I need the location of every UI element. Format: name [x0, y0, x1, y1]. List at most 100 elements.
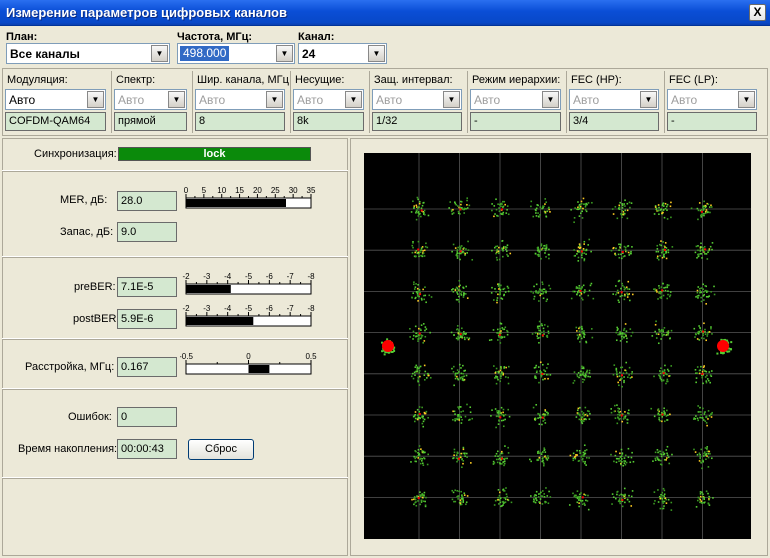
param-select[interactable]: Авто ▼	[667, 89, 757, 110]
param-label: Модуляция:	[7, 74, 68, 86]
chevron-down-icon[interactable]: ▼	[266, 91, 283, 108]
scale-tick-label: -3	[203, 304, 211, 313]
chevron-down-icon[interactable]: ▼	[738, 91, 755, 108]
scale-tick-label: -6	[266, 272, 274, 281]
param-select[interactable]: Авто ▼	[114, 89, 187, 110]
divider	[2, 256, 348, 258]
scale-tick-label: -5	[245, 272, 253, 281]
scale-tick-label: -0.5	[180, 352, 193, 361]
frequency-select[interactable]: 498.000 ▼	[177, 43, 295, 64]
postber-label: postBER:	[73, 313, 120, 325]
detune-label: Расстройка, МГц:	[25, 361, 115, 373]
param-value: COFDM-QAM64	[5, 112, 106, 131]
divider	[111, 71, 112, 133]
margin-label: Запас, дБ:	[60, 226, 114, 238]
accum-value: 00:00:43	[117, 439, 177, 459]
param-value: прямой	[114, 112, 187, 131]
chevron-down-icon[interactable]: ▼	[345, 91, 362, 108]
pilot-point	[382, 340, 394, 352]
scale-tick-label: 0.5	[305, 352, 317, 361]
chevron-down-icon[interactable]: ▼	[368, 45, 385, 62]
sync-status-indicator: lock	[118, 147, 311, 161]
scale-tick-label: -2	[182, 272, 190, 281]
chevron-down-icon[interactable]: ▼	[87, 91, 104, 108]
reset-button[interactable]: Сброс	[188, 439, 254, 460]
meter-fill	[186, 317, 254, 325]
detune-meter: -0.5 0 0.5	[180, 352, 317, 375]
scale-tick-label: -7	[287, 272, 295, 281]
divider	[566, 71, 567, 133]
accum-label: Время накопления:	[18, 443, 118, 455]
scale-tick-label: -2	[182, 304, 190, 313]
plan-value: Все каналы	[10, 47, 80, 61]
meter-fill	[186, 199, 286, 207]
scale-tick-label: 0	[246, 352, 251, 361]
title-bar: Измерение параметров цифровых каналов X	[0, 0, 770, 26]
frequency-value: 498.000	[180, 46, 230, 61]
mer-meter: 0 5 10 15 20 25 30 35	[184, 186, 316, 209]
freq-label: Частота, МГц:	[177, 31, 253, 43]
param-select[interactable]: Авто ▼	[470, 89, 561, 110]
window-title: Измерение параметров цифровых каналов	[6, 5, 287, 20]
scale-tick-label: -4	[224, 304, 232, 313]
scale-tick-label: -8	[307, 304, 315, 313]
param-label: Несущие:	[295, 74, 345, 86]
param-select-value: Авто	[297, 93, 324, 107]
param-select-value: Авто	[9, 93, 36, 107]
chevron-down-icon[interactable]: ▼	[443, 91, 460, 108]
scale-tick-label: 0	[184, 186, 189, 195]
param-label: Шир. канала, МГц	[197, 74, 289, 86]
scale-tick-label: 15	[235, 186, 244, 195]
divider	[369, 71, 370, 133]
chevron-down-icon[interactable]: ▼	[151, 45, 168, 62]
detune-value: 0.167	[117, 357, 177, 377]
param-select[interactable]: Авто ▼	[293, 89, 364, 110]
scale-tick-label: 35	[307, 186, 316, 195]
param-select[interactable]: Авто ▼	[195, 89, 285, 110]
param-select-value: Авто	[199, 93, 226, 107]
divider	[2, 170, 348, 172]
param-select-value: Авто	[573, 93, 600, 107]
param-label: FEC (HP):	[571, 74, 622, 86]
scale-tick-label: 5	[202, 186, 207, 195]
plan-label: План:	[6, 31, 38, 43]
param-value: -	[667, 112, 757, 131]
divider	[664, 71, 665, 133]
param-select-value: Авто	[474, 93, 501, 107]
chevron-down-icon[interactable]: ▼	[168, 91, 185, 108]
param-select[interactable]: Авто ▼	[372, 89, 462, 110]
preber-meter: -2 -3 -4 -5 -6 -7 -8	[182, 272, 315, 295]
pilot-point	[717, 340, 729, 352]
param-select[interactable]: Авто ▼	[569, 89, 659, 110]
errors-label: Ошибок:	[68, 411, 112, 423]
divider	[290, 71, 291, 133]
chevron-down-icon[interactable]: ▼	[640, 91, 657, 108]
divider	[2, 338, 348, 340]
scale-tick-label: 25	[271, 186, 280, 195]
param-value: -	[470, 112, 561, 131]
divider	[2, 477, 348, 479]
param-select-value: Авто	[671, 93, 698, 107]
close-button[interactable]: X	[749, 4, 766, 21]
postber-meter: -2 -3 -4 -5 -6 -7 -8	[182, 304, 315, 327]
param-label: Режим иерархии:	[472, 74, 561, 86]
channel-select[interactable]: 24 ▼	[298, 43, 387, 64]
divider	[2, 388, 348, 390]
chevron-down-icon[interactable]: ▼	[276, 45, 293, 62]
param-select[interactable]: Авто ▼	[5, 89, 106, 110]
channel-value: 24	[302, 47, 316, 61]
errors-value: 0	[117, 407, 177, 427]
scale-tick-label: 30	[289, 186, 298, 195]
param-label: Спектр:	[116, 74, 156, 86]
meter-fill	[248, 365, 270, 373]
param-value: 1/32	[372, 112, 462, 131]
chevron-down-icon[interactable]: ▼	[542, 91, 559, 108]
constellation-points	[381, 196, 733, 511]
constellation-diagram	[364, 153, 751, 539]
scale-tick-label: -8	[307, 272, 315, 281]
param-label: Защ. интервал:	[374, 74, 453, 86]
mer-label: MER, дБ:	[60, 194, 108, 206]
plan-select[interactable]: Все каналы ▼	[6, 43, 170, 64]
divider	[467, 71, 468, 133]
preber-label: preBER:	[74, 281, 116, 293]
